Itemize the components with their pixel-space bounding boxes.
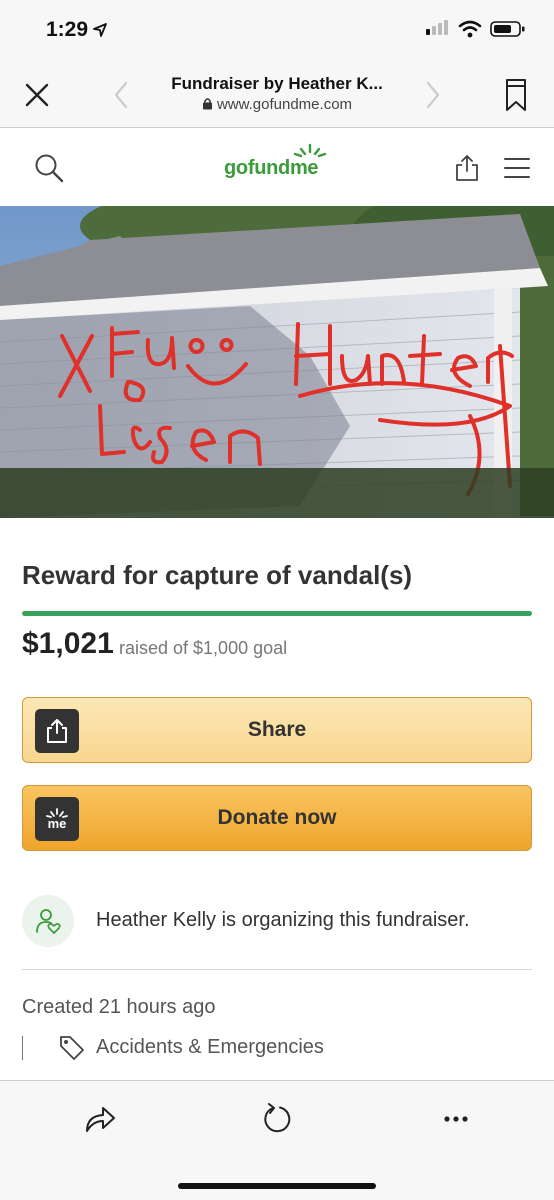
bookmarks-icon: [506, 79, 526, 111]
forward-button[interactable]: [418, 78, 448, 112]
reload-icon: [264, 1103, 291, 1133]
url-field[interactable]: www.gofundme.com: [140, 96, 414, 113]
divider: [22, 969, 532, 970]
wifi-icon: [458, 20, 482, 38]
bookmarks-button[interactable]: [500, 76, 532, 114]
site-header: gofundme: [0, 129, 554, 205]
signal-icon: [426, 20, 448, 35]
goal-text: raised of $1,000 goal: [119, 638, 288, 658]
created-time: Created 21 hours ago: [22, 996, 216, 1018]
reload-button[interactable]: [257, 1099, 297, 1139]
browser-nav-bar: Fundraiser by Heather K... www.gofundme.…: [0, 60, 554, 128]
share-button[interactable]: Share: [22, 697, 532, 763]
more-button[interactable]: [436, 1099, 476, 1139]
toolbar-share-button[interactable]: [80, 1099, 120, 1139]
lock-icon: [202, 98, 212, 110]
gofundme-logo[interactable]: gofundme: [224, 157, 319, 180]
search-button[interactable]: [32, 151, 66, 185]
close-button[interactable]: [20, 78, 54, 112]
search-icon: [35, 154, 64, 183]
meta-separator: [22, 1036, 23, 1060]
share-icon: [86, 1107, 115, 1132]
back-icon: [114, 81, 128, 109]
organizer-text: Heather Kelly is organizing this fundrai…: [96, 909, 470, 931]
forward-icon: [426, 81, 440, 109]
close-icon: [25, 83, 49, 107]
url-text: www.gofundme.com: [216, 96, 353, 113]
share-icon: [47, 719, 67, 743]
location-arrow-icon: [93, 23, 107, 37]
menu-icon: [504, 158, 530, 178]
person-heart-icon: [36, 909, 61, 934]
campaign-image: [0, 206, 554, 518]
home-indicator[interactable]: [178, 1183, 376, 1189]
tag-icon: [60, 1036, 84, 1060]
status-bar: 1:29: [0, 0, 554, 60]
donate-button[interactable]: me Donate now: [22, 785, 532, 851]
me-text: me: [47, 816, 67, 831]
organizer-avatar: [22, 895, 74, 947]
more-icon: [444, 1116, 468, 1122]
page-title: Fundraiser by Heather K...: [171, 74, 383, 93]
header-share-button[interactable]: [452, 151, 482, 185]
battery-icon: [490, 21, 525, 37]
browser-toolbar: [0, 1080, 554, 1200]
share-icon-box: [35, 709, 79, 753]
progress-bar: [22, 611, 532, 616]
status-time: 1:29: [46, 18, 89, 41]
campaign-title: Reward for capture of vandal(s): [22, 560, 413, 590]
donate-label: Donate now: [217, 806, 337, 829]
back-button[interactable]: [106, 78, 136, 112]
raised-amount: $1,021: [22, 627, 114, 660]
gofundme-me-icon: me: [35, 797, 79, 841]
share-label: Share: [247, 718, 307, 741]
menu-button[interactable]: [502, 153, 532, 183]
share-icon: [456, 155, 478, 181]
category-link[interactable]: Accidents & Emergencies: [96, 1036, 324, 1059]
